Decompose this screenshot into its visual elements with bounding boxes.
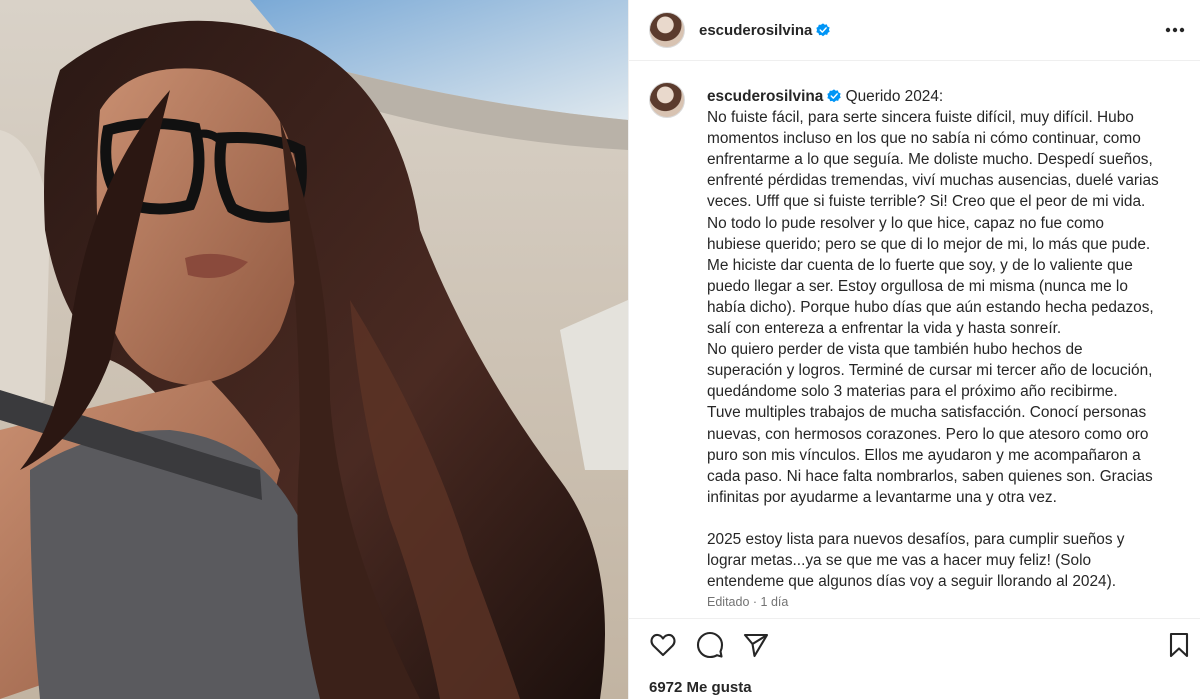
share-icon: [743, 633, 769, 658]
verified-badge-icon: [816, 23, 831, 37]
comment-button[interactable]: [696, 631, 724, 659]
more-options-icon: [1165, 27, 1185, 33]
caption-lead: Querido 2024:: [845, 88, 944, 105]
caption-avatar[interactable]: [649, 82, 685, 118]
post-meta: Editado · 1 día: [707, 595, 788, 609]
caption-area: escuderosilvina Querido 2024: No fuiste …: [629, 62, 1200, 618]
like-button[interactable]: [649, 631, 677, 659]
time-ago[interactable]: 1 día: [761, 595, 789, 609]
author-avatar[interactable]: [649, 12, 685, 48]
likes-count[interactable]: 6972 Me gusta: [649, 679, 752, 696]
post-side-panel: escuderosilvina escuderosilvina Querido …: [628, 0, 1200, 699]
meta-separator: ·: [752, 595, 758, 609]
photo-illustration: [0, 0, 628, 699]
edited-label: Editado: [707, 595, 750, 609]
caption-body: No fuiste fácil, para serte sincera fuis…: [707, 109, 1159, 591]
more-options-button[interactable]: [1163, 18, 1187, 42]
action-bar: [629, 618, 1200, 670]
caption: escuderosilvina Querido 2024: No fuiste …: [707, 86, 1185, 592]
comment-icon: [696, 631, 724, 659]
bookmark-icon: [1169, 632, 1189, 658]
heart-icon: [650, 633, 676, 657]
caption-username[interactable]: escuderosilvina: [707, 88, 823, 105]
post-header: escuderosilvina: [629, 0, 1200, 61]
author-username[interactable]: escuderosilvina: [699, 22, 812, 39]
share-button[interactable]: [742, 631, 770, 659]
post-photo[interactable]: [0, 0, 628, 699]
save-button[interactable]: [1165, 631, 1193, 659]
verified-badge-icon: [827, 89, 841, 103]
